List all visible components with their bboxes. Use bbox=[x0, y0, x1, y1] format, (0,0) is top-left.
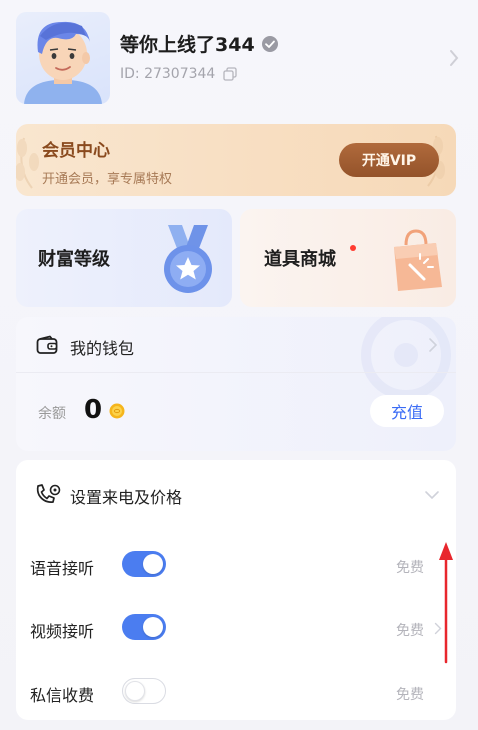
phone-settings-icon bbox=[36, 484, 61, 503]
private-message-fee-row: 私信收费 免费 bbox=[16, 672, 456, 712]
red-arrow-annotation-icon bbox=[439, 542, 453, 664]
verified-badge-icon bbox=[261, 35, 278, 52]
wallet-title: 我的钱包 bbox=[70, 339, 135, 358]
call-settings-title: 设置来电及价格 bbox=[70, 488, 183, 507]
setting-label: 语音接听 bbox=[30, 559, 95, 578]
private-message-fee-toggle[interactable] bbox=[122, 678, 166, 704]
chevron-right-icon bbox=[429, 338, 438, 352]
recharge-button[interactable]: 充值 bbox=[370, 395, 444, 427]
avatar-illustration bbox=[24, 21, 102, 104]
item-shop-label: 道具商城 bbox=[264, 249, 336, 270]
user-id: ID: 27307344 bbox=[120, 66, 216, 82]
setting-price[interactable]: 免费 bbox=[396, 684, 424, 704]
balance-value: 0 bbox=[84, 395, 103, 425]
video-answer-toggle[interactable] bbox=[122, 614, 166, 640]
profile-header[interactable]: 等你上线了344 ID: 27307344 bbox=[16, 12, 462, 104]
wealth-level-card[interactable]: 财富等级 bbox=[16, 209, 232, 307]
notification-dot bbox=[350, 245, 356, 251]
vip-banner[interactable]: 会员中心 开通会员，享专属特权 开通VIP bbox=[16, 124, 456, 196]
setting-label: 视频接听 bbox=[30, 622, 95, 641]
copy-icon[interactable] bbox=[223, 67, 237, 81]
toggle-knob bbox=[125, 680, 145, 701]
vip-title: 会员中心 bbox=[42, 141, 110, 161]
toggle-knob bbox=[143, 554, 163, 574]
chevron-down-icon[interactable] bbox=[424, 490, 440, 500]
voice-answer-row: 语音接听 免费 bbox=[16, 545, 456, 585]
balance-label: 余额 bbox=[38, 406, 66, 422]
item-shop-card[interactable]: 道具商城 bbox=[240, 209, 456, 307]
call-settings-card: 设置来电及价格 语音接听 免费 视频接听 免费 私信收费 免费 bbox=[16, 460, 456, 720]
medal-icon bbox=[164, 225, 212, 293]
wallet-header[interactable]: 我的钱包 bbox=[16, 317, 456, 373]
setting-price[interactable]: 免费 bbox=[396, 620, 424, 640]
open-vip-button[interactable]: 开通VIP bbox=[339, 143, 439, 177]
wallet-card: 我的钱包 余额 0 充值 bbox=[16, 317, 456, 451]
chevron-right-icon[interactable] bbox=[448, 48, 460, 68]
avatar[interactable] bbox=[16, 12, 110, 104]
setting-label: 私信收费 bbox=[30, 686, 95, 705]
setting-price[interactable]: 免费 bbox=[396, 557, 424, 577]
username: 等你上线了344 bbox=[120, 34, 255, 56]
vip-subtitle: 开通会员，享专属特权 bbox=[42, 172, 173, 187]
voice-answer-toggle[interactable] bbox=[122, 551, 166, 577]
coin-icon bbox=[109, 403, 125, 419]
shopping-bag-icon bbox=[394, 229, 442, 291]
toggle-knob bbox=[143, 617, 163, 637]
wealth-level-label: 财富等级 bbox=[38, 249, 110, 270]
video-answer-row: 视频接听 免费 bbox=[16, 608, 456, 648]
wallet-icon bbox=[36, 335, 58, 354]
